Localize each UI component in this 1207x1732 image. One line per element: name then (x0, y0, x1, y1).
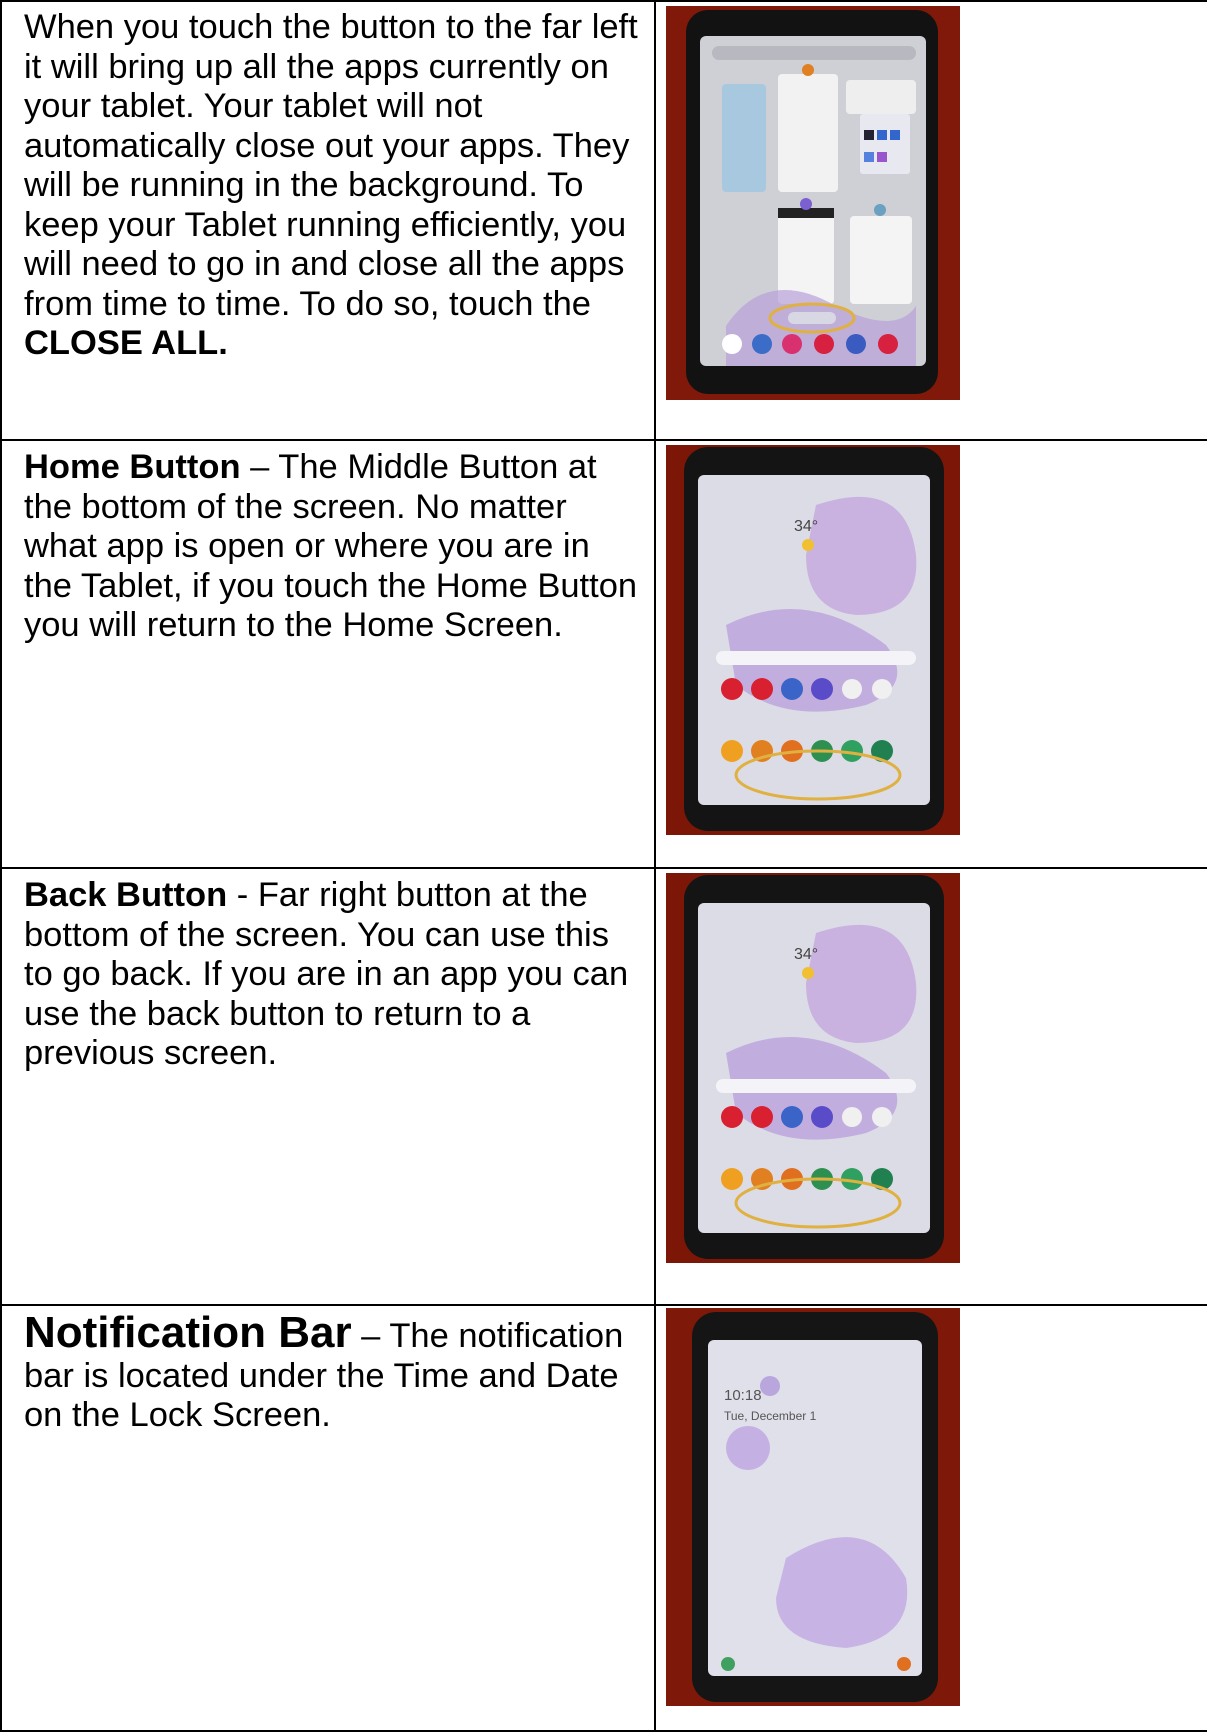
lock-date: Tue, December 1 (724, 1409, 817, 1423)
row-divider-3 (0, 1304, 1207, 1306)
row-4-lead: Notification Bar (24, 1308, 352, 1357)
row-3-text: Back Button - Far right button at the bo… (24, 876, 644, 1074)
row-1-text: When you touch the button to the far lef… (24, 8, 644, 364)
photo-home-screen-1: 34° (666, 445, 960, 835)
row-1-emphasis: CLOSE ALL. (24, 324, 228, 362)
row-divider-1 (0, 439, 1207, 441)
photo-lock-screen: 10:18 Tue, December 1 (666, 1308, 960, 1706)
row-divider-2 (0, 867, 1207, 869)
home-temperature-1: 34° (794, 518, 818, 535)
home-temperature-2: 34° (794, 946, 818, 963)
row-1-body: When you touch the button to the far lef… (24, 8, 638, 323)
column-divider (654, 0, 656, 1732)
row-2-text: Home Button – The Middle Button at the b… (24, 448, 644, 646)
instruction-table: When you touch the button to the far lef… (0, 0, 1207, 1732)
row-2-lead: Home Button (24, 448, 241, 486)
row-4-text: Notification Bar – The notification bar … (24, 1311, 644, 1436)
table-border-top (0, 0, 1207, 2)
table-border-left (0, 0, 2, 1732)
lock-time: 10:18 (724, 1387, 762, 1404)
photo-recent-apps (666, 6, 960, 400)
photo-home-screen-2: 34° (666, 873, 960, 1263)
row-3-lead: Back Button (24, 876, 228, 914)
